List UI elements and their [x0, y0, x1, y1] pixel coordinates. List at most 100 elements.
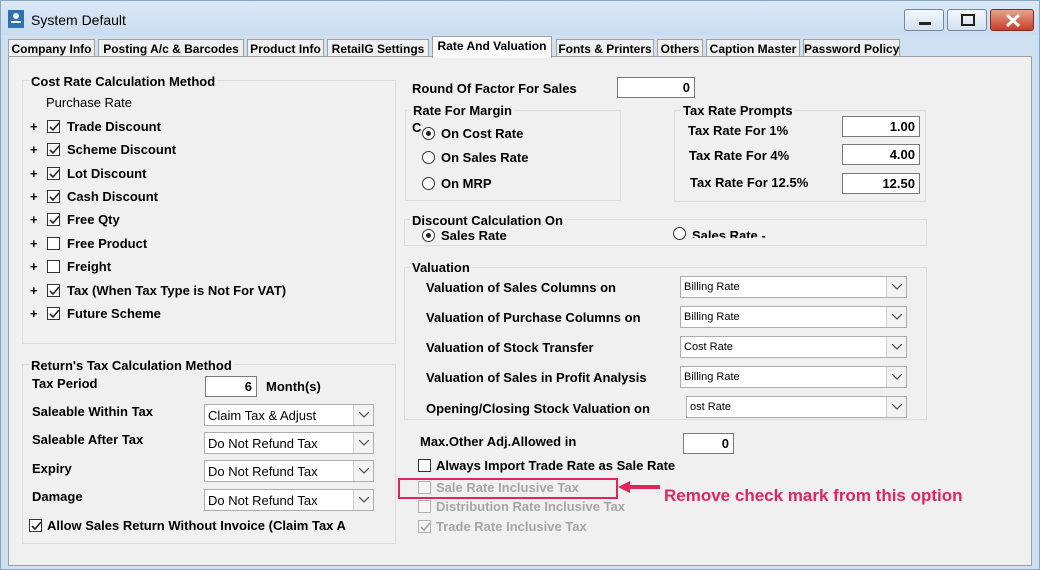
- tab-rate-and-valuation[interactable]: Rate And Valuation: [432, 36, 552, 58]
- future-scheme-checkbox[interactable]: [47, 307, 60, 320]
- checkmark-icon: [31, 521, 42, 531]
- tax-rate-1-input[interactable]: 1.00: [842, 116, 920, 137]
- valuation-stock-transfer-select[interactable]: Cost Rate: [680, 336, 907, 358]
- dropdown-arrow-icon: [892, 314, 902, 320]
- valuation-profit-label: Valuation of Sales in Profit Analysis: [426, 370, 647, 385]
- saleable-within-tax-select[interactable]: Claim Tax & Adjust: [204, 404, 374, 426]
- cash-discount-checkbox[interactable]: [47, 190, 60, 203]
- scheme-discount-checkbox[interactable]: [47, 143, 60, 156]
- damage-label: Damage: [32, 489, 83, 504]
- trade-discount-checkbox[interactable]: [47, 120, 60, 133]
- always-import-checkbox[interactable]: [418, 459, 431, 472]
- expand-toggle[interactable]: +: [30, 166, 38, 181]
- round-factor-label: Round Of Factor For Sales: [412, 81, 577, 96]
- tax-rate-4-input[interactable]: 4.00: [842, 144, 920, 165]
- dropdown-button[interactable]: [353, 461, 373, 481]
- saleable-within-tax-label: Saleable Within Tax: [32, 404, 154, 419]
- title-bar[interactable]: System Default: [1, 1, 1039, 35]
- expand-toggle[interactable]: +: [30, 142, 38, 157]
- tax-rate-4-label: Tax Rate For 4%: [689, 148, 790, 163]
- expiry-select[interactable]: Do Not Refund Tax: [204, 460, 374, 482]
- dropdown-button[interactable]: [353, 405, 373, 425]
- free-qty-checkbox[interactable]: [47, 213, 60, 226]
- dropdown-button[interactable]: [886, 397, 906, 417]
- discount-sales-rate-minus-radio[interactable]: [673, 227, 686, 240]
- expand-toggle[interactable]: +: [30, 119, 38, 134]
- select-value: Cost Rate: [684, 341, 733, 353]
- lot-discount-label: Lot Discount: [67, 166, 147, 181]
- dropdown-button[interactable]: [886, 307, 906, 327]
- distribution-rate-inclusive-tax-checkbox[interactable]: [418, 500, 431, 513]
- dropdown-arrow-icon: [892, 284, 902, 290]
- damage-select[interactable]: Do Not Refund Tax: [204, 489, 374, 511]
- cost-rate-subtitle: Purchase Rate: [46, 95, 132, 110]
- expiry-label: Expiry: [32, 461, 72, 476]
- dropdown-arrow-icon: [359, 412, 369, 418]
- max-adj-input[interactable]: 0: [683, 433, 734, 454]
- valuation-purchase-label: Valuation of Purchase Columns on: [426, 310, 641, 325]
- saleable-after-tax-label: Saleable After Tax: [32, 432, 144, 447]
- tax-checkbox[interactable]: [47, 284, 60, 297]
- freight-checkbox[interactable]: [47, 260, 60, 273]
- discount-sales-rate-radio[interactable]: [422, 229, 435, 242]
- dropdown-button[interactable]: [353, 490, 373, 510]
- dropdown-button[interactable]: [353, 433, 373, 453]
- window-title: System Default: [31, 12, 126, 28]
- on-sales-rate-label: On Sales Rate: [441, 150, 529, 165]
- on-sales-rate-radio[interactable]: [422, 151, 435, 164]
- always-import-label: Always Import Trade Rate as Sale Rate: [436, 458, 676, 473]
- minimize-button[interactable]: [904, 9, 944, 31]
- expand-toggle[interactable]: +: [30, 236, 38, 251]
- maximize-button[interactable]: [947, 9, 987, 31]
- tax-rate-1-label: Tax Rate For 1%: [688, 123, 789, 138]
- valuation-profit-select[interactable]: Billing Rate: [680, 366, 907, 388]
- dropdown-button[interactable]: [886, 337, 906, 357]
- dropdown-button[interactable]: [886, 367, 906, 387]
- maximize-icon: [961, 14, 975, 26]
- dropdown-button[interactable]: [886, 277, 906, 297]
- discount-calc-title: Discount Calculation On: [410, 213, 565, 228]
- valuation-sales-select[interactable]: Billing Rate: [680, 276, 907, 298]
- trade-discount-label: Trade Discount: [67, 119, 161, 134]
- on-cost-rate-label: On Cost Rate: [441, 126, 524, 141]
- expand-toggle[interactable]: +: [30, 306, 38, 321]
- tax-period-input[interactable]: 6: [205, 376, 257, 397]
- lot-discount-checkbox[interactable]: [47, 167, 60, 180]
- on-cost-rate-radio[interactable]: [422, 127, 435, 140]
- valuation-purchase-select[interactable]: Billing Rate: [680, 306, 907, 328]
- max-adj-label: Max.Other Adj.Allowed in: [420, 434, 577, 449]
- expand-toggle[interactable]: +: [30, 259, 38, 274]
- select-value: Do Not Refund Tax: [208, 493, 318, 508]
- checkmark-icon: [420, 522, 431, 532]
- trade-rate-inclusive-tax-label: Trade Rate Inclusive Tax: [436, 519, 587, 534]
- expand-toggle[interactable]: +: [30, 189, 38, 204]
- checkmark-icon: [49, 169, 60, 179]
- future-scheme-label: Future Scheme: [67, 306, 161, 321]
- free-product-checkbox[interactable]: [47, 237, 60, 250]
- free-product-label: Free Product: [67, 236, 148, 251]
- select-value: ost Rate: [690, 401, 731, 413]
- trade-rate-inclusive-tax-checkbox[interactable]: [418, 520, 431, 533]
- tax-rate-12-input[interactable]: 12.50: [842, 173, 920, 194]
- select-value: Claim Tax & Adjust: [208, 408, 317, 423]
- on-mrp-radio[interactable]: [422, 177, 435, 190]
- margin-clipped-text: C: [412, 120, 422, 135]
- expand-toggle[interactable]: +: [30, 283, 38, 298]
- checkmark-icon: [49, 192, 60, 202]
- saleable-after-tax-select[interactable]: Do Not Refund Tax: [204, 432, 374, 454]
- checkmark-icon: [49, 286, 60, 296]
- close-button[interactable]: [990, 9, 1034, 31]
- freight-label: Freight: [67, 259, 112, 274]
- valuation-sales-label: Valuation of Sales Columns on: [426, 280, 616, 295]
- discount-sales-rate-minus-label: Sales Rate -: [692, 228, 766, 238]
- allow-return-without-invoice-checkbox[interactable]: [29, 519, 42, 532]
- dropdown-arrow-icon: [359, 440, 369, 446]
- valuation-opening-closing-select[interactable]: ost Rate: [686, 396, 907, 418]
- dropdown-arrow-icon: [359, 497, 369, 503]
- round-factor-input[interactable]: 0: [617, 77, 695, 98]
- expand-toggle[interactable]: +: [30, 212, 38, 227]
- valuation-title: Valuation: [410, 260, 472, 275]
- distribution-rate-inclusive-tax-label: Distribution Rate Inclusive Tax: [436, 499, 626, 514]
- tax-period-label: Tax Period: [32, 376, 98, 391]
- cost-rate-title: Cost Rate Calculation Method: [29, 74, 218, 89]
